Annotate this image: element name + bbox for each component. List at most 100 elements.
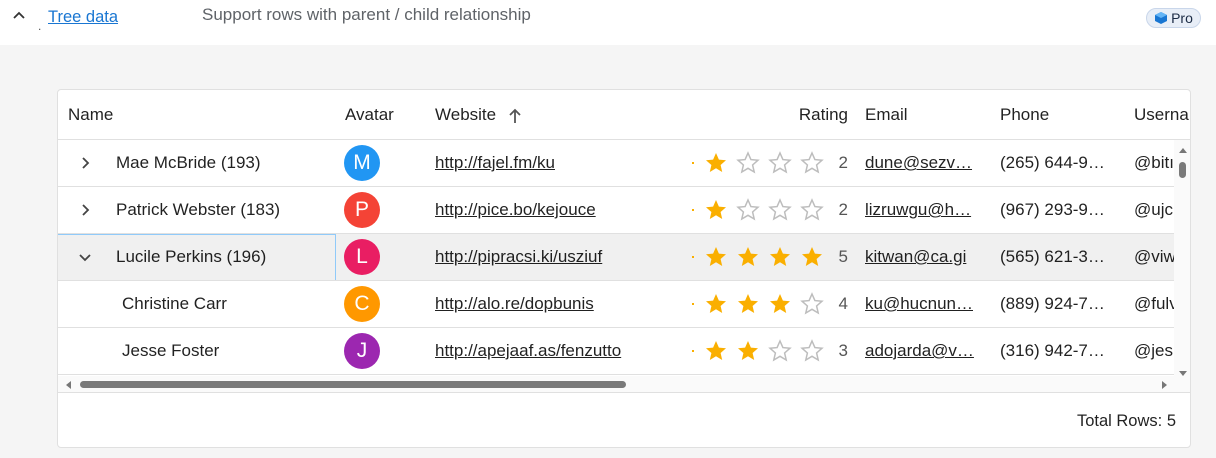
chevron-right-icon[interactable] <box>76 154 94 172</box>
username-cell: @viw <box>1134 247 1174 266</box>
column-header-phone[interactable]: Phone <box>1000 90 1120 140</box>
rating-stars[interactable] <box>700 151 828 175</box>
data-grid: Name Avatar Website Rating Email Phone U… <box>57 89 1191 448</box>
rating-value: 5 <box>838 247 848 266</box>
rating-value: 4 <box>838 294 848 313</box>
demo-description: Support rows with parent / child relatio… <box>202 5 531 24</box>
cube-icon <box>1155 12 1168 24</box>
username-cell: @jes <box>1134 341 1173 360</box>
star-empty-icon[interactable] <box>796 339 828 363</box>
horizontal-scrollbar[interactable] <box>58 376 1190 393</box>
table-row[interactable]: Christine Carr Chttp://alo.re/dopbunis 4 ku… <box>58 281 1174 328</box>
rating-stars[interactable] <box>700 339 828 363</box>
website-link[interactable]: http://pipracsi.ki/usziuf <box>435 247 602 266</box>
pro-badge-label: Pro <box>1171 10 1193 26</box>
column-header-email[interactable]: Email <box>865 90 985 140</box>
avatar: P <box>344 192 380 228</box>
email-cell: lizruwgu@h… <box>865 187 990 233</box>
vertical-scrollbar[interactable] <box>1174 140 1190 376</box>
website-link[interactable]: http://apejaaf.as/fenzutto <box>435 341 621 360</box>
website-link[interactable]: http://pice.bo/kejouce <box>435 200 596 219</box>
scroll-up-arrow-icon[interactable] <box>1179 148 1187 153</box>
website-cell: http://alo.re/dopbunis <box>435 281 685 327</box>
star-filled-icon[interactable] <box>796 245 828 269</box>
name-cell: Jesse Foster <box>122 341 220 360</box>
email-cell: dune@sezv… <box>865 140 990 186</box>
email-cell: ku@hucnun… <box>865 281 990 327</box>
vertical-scroll-thumb[interactable] <box>1179 162 1186 178</box>
star-filled-icon[interactable] <box>732 339 764 363</box>
rating-marker <box>692 303 694 305</box>
grid-footer: Total Rows: 5 <box>58 394 1190 447</box>
website-link[interactable]: http://alo.re/dopbunis <box>435 294 594 313</box>
demo-title-link[interactable]: Tree data <box>48 8 118 27</box>
rating-stars[interactable] <box>700 245 828 269</box>
column-header-username[interactable]: Userna <box>1134 90 1190 140</box>
website-cell: http://pice.bo/kejouce <box>435 187 685 233</box>
star-empty-icon[interactable] <box>764 339 796 363</box>
demo-marker: . <box>38 19 42 33</box>
avatar: C <box>344 286 380 322</box>
table-row[interactable]: Jesse Foster Jhttp://apejaaf.as/fenzutto 3… <box>58 328 1174 375</box>
table-row[interactable]: Lucile Perkins (196) Lhttp://pipracsi.ki/… <box>58 234 1174 281</box>
phone-cell: (316) 942-7… <box>1000 341 1105 360</box>
phone-cell: (889) 924-7… <box>1000 294 1105 313</box>
chevron-right-icon[interactable] <box>76 201 94 219</box>
rating-value: 2 <box>838 153 848 172</box>
phone-cell: (967) 293-9… <box>1000 200 1105 219</box>
total-rows-count: Total Rows: 5 <box>1076 412 1176 430</box>
star-filled-icon[interactable] <box>700 151 732 175</box>
star-empty-icon[interactable] <box>732 151 764 175</box>
scroll-right-arrow-icon[interactable] <box>1162 381 1167 389</box>
avatar: L <box>344 239 380 275</box>
rating-marker <box>692 350 694 352</box>
username-cell: @bitı <box>1134 153 1174 172</box>
sort-ascending-icon[interactable] <box>507 107 523 125</box>
star-empty-icon[interactable] <box>796 292 828 316</box>
table-row[interactable]: Patrick Webster (183) Phttp://pice.bo/kej… <box>58 187 1174 234</box>
pro-badge[interactable]: Pro <box>1146 8 1201 28</box>
star-empty-icon[interactable] <box>796 151 828 175</box>
website-link[interactable]: http://fajel.fm/ku <box>435 153 555 172</box>
star-empty-icon[interactable] <box>796 198 828 222</box>
column-header-name[interactable]: Name <box>68 90 328 140</box>
column-header-rating[interactable]: Rating <box>758 90 848 140</box>
star-filled-icon[interactable] <box>764 245 796 269</box>
column-header-website[interactable]: Website <box>435 90 635 140</box>
column-header-avatar[interactable]: Avatar <box>345 90 425 140</box>
demo-header: . Tree data Support rows with parent / c… <box>0 0 1216 45</box>
rating-stars[interactable] <box>700 198 828 222</box>
star-filled-icon[interactable] <box>700 292 732 316</box>
star-filled-icon[interactable] <box>700 245 732 269</box>
star-filled-icon[interactable] <box>700 198 732 222</box>
star-empty-icon[interactable] <box>764 198 796 222</box>
star-empty-icon[interactable] <box>732 198 764 222</box>
rating-marker <box>692 256 694 258</box>
rating-marker <box>692 209 694 211</box>
username-cell: @ujc <box>1134 200 1173 219</box>
avatar: J <box>344 333 380 369</box>
email-link[interactable]: lizruwgu@h… <box>865 200 971 219</box>
email-link[interactable]: dune@sezv… <box>865 153 972 172</box>
rating-stars[interactable] <box>700 292 828 316</box>
phone-cell: (265) 644-9… <box>1000 153 1105 172</box>
name-cell: Christine Carr <box>122 294 227 313</box>
star-filled-icon[interactable] <box>700 339 732 363</box>
star-filled-icon[interactable] <box>764 292 796 316</box>
grid-body: Mae McBride (193) Mhttp://fajel.fm/ku 2 dun… <box>58 140 1174 376</box>
table-row[interactable]: Mae McBride (193) Mhttp://fajel.fm/ku 2 dun… <box>58 140 1174 187</box>
star-filled-icon[interactable] <box>732 245 764 269</box>
phone-cell: (565) 621-3… <box>1000 247 1105 266</box>
star-filled-icon[interactable] <box>732 292 764 316</box>
name-cell: Lucile Perkins (196) <box>116 247 267 266</box>
scroll-left-arrow-icon[interactable] <box>66 381 71 389</box>
rating-value: 3 <box>838 341 848 360</box>
email-link[interactable]: ku@hucnun… <box>865 294 973 313</box>
horizontal-scroll-thumb[interactable] <box>80 381 626 388</box>
star-empty-icon[interactable] <box>764 151 796 175</box>
email-link[interactable]: adojarda@v… <box>865 341 974 360</box>
email-link[interactable]: kitwan@ca.gi <box>865 247 966 266</box>
chevron-down-icon[interactable] <box>76 248 94 266</box>
chevron-up-icon[interactable] <box>11 8 27 24</box>
website-cell: http://fajel.fm/ku <box>435 140 685 186</box>
